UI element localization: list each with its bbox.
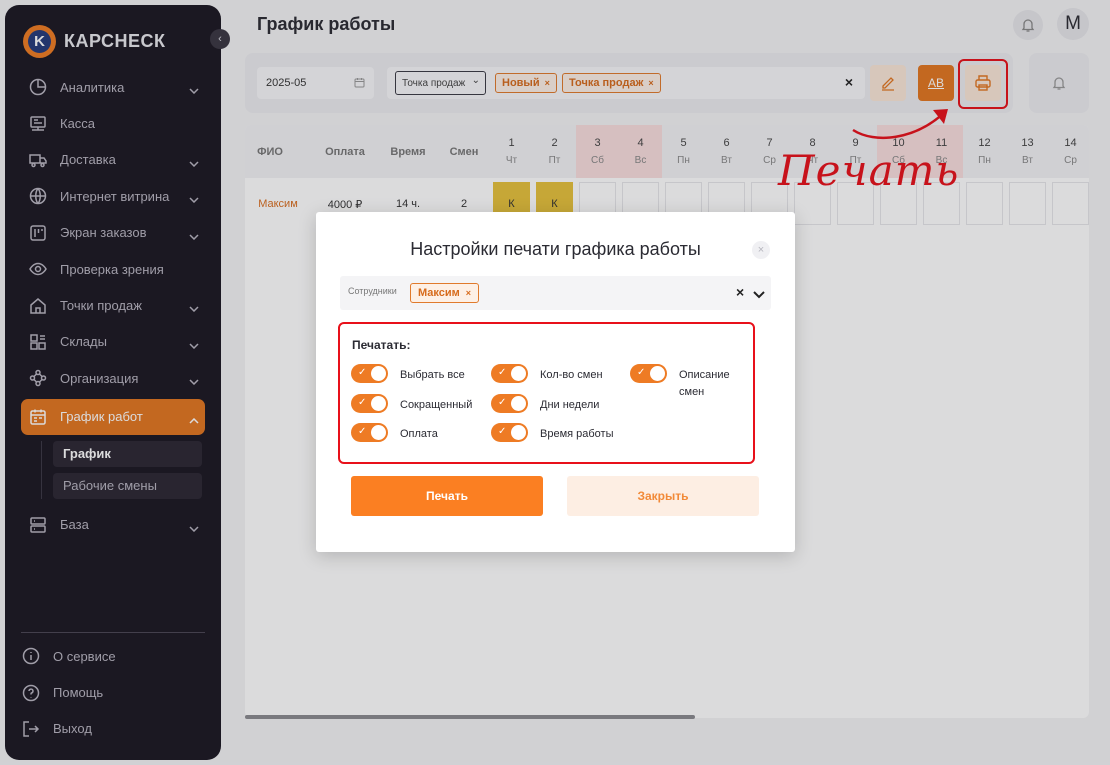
option-short[interactable]: ✓ Сокращенный	[351, 394, 472, 414]
check-icon: ✓	[358, 426, 367, 437]
option-payment[interactable]: ✓ Оплата	[351, 423, 438, 443]
print-settings-modal: Настройки печати графика работы × Сотруд…	[316, 212, 795, 552]
check-icon: ✓	[498, 397, 507, 408]
toggle-switch[interactable]: ✓	[351, 364, 388, 383]
print-button[interactable]: Печать	[351, 476, 543, 516]
print-section-label: Печатать:	[352, 338, 411, 352]
option-shift-description[interactable]: ✓ Описание смен	[630, 364, 740, 401]
option-label: Кол-во смен	[540, 369, 603, 381]
option-weekdays[interactable]: ✓ Дни недели	[491, 394, 599, 414]
option-label: Оплата	[400, 428, 438, 440]
close-button[interactable]: Закрыть	[567, 476, 759, 516]
toggle-switch[interactable]: ✓	[491, 394, 528, 413]
print-options-box: Печатать: ✓ Выбрать все ✓ Сокращенный ✓ …	[338, 322, 755, 464]
check-icon: ✓	[498, 367, 507, 378]
employee-tag[interactable]: Максим ×	[410, 283, 480, 303]
employees-select-label: Сотрудники	[348, 286, 397, 296]
option-label: Описание смен	[679, 369, 730, 398]
toggle-switch[interactable]: ✓	[491, 423, 528, 442]
option-work-time[interactable]: ✓ Время работы	[491, 423, 614, 443]
option-shift-count[interactable]: ✓ Кол-во смен	[491, 364, 603, 384]
toggle-switch[interactable]: ✓	[351, 394, 388, 413]
employees-select[interactable]: Сотрудники Максим × ×	[340, 276, 771, 310]
option-label: Дни недели	[540, 399, 600, 411]
close-icon[interactable]: ×	[752, 241, 770, 259]
option-select-all[interactable]: ✓ Выбрать все	[351, 364, 465, 384]
check-icon: ✓	[498, 426, 507, 437]
chevron-down-icon[interactable]	[753, 286, 765, 304]
option-label: Сокращенный	[400, 399, 473, 411]
tag-remove-icon[interactable]: ×	[466, 288, 471, 298]
check-icon: ✓	[358, 367, 367, 378]
clear-selection-icon[interactable]: ×	[736, 284, 744, 300]
option-label: Выбрать все	[400, 369, 465, 381]
employee-tag-label: Максим	[418, 287, 460, 299]
check-icon: ✓	[637, 367, 646, 378]
check-icon: ✓	[358, 397, 367, 408]
modal-title: Настройки печати графика работы	[410, 239, 701, 259]
option-label: Время работы	[540, 428, 614, 440]
toggle-switch[interactable]: ✓	[351, 423, 388, 442]
toggle-switch[interactable]: ✓	[491, 364, 528, 383]
toggle-switch[interactable]: ✓	[630, 364, 667, 383]
